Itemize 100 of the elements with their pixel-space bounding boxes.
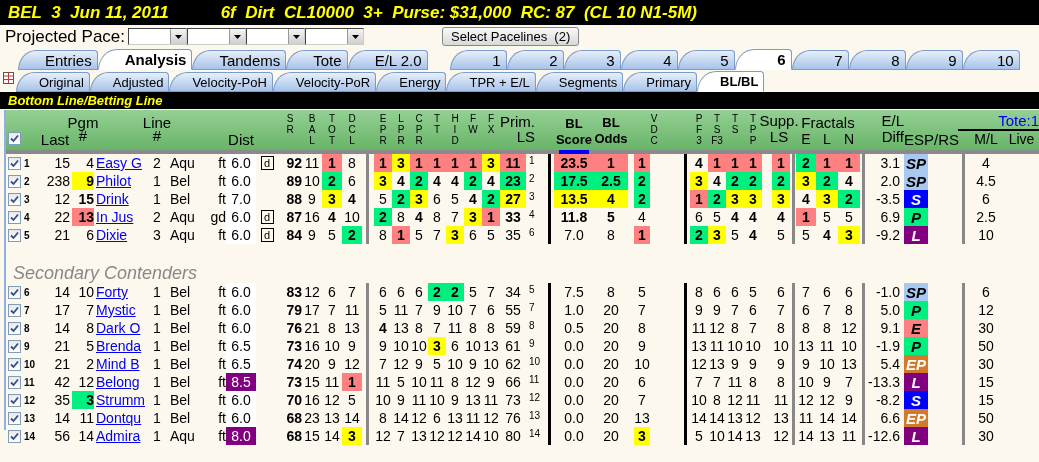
line-cell-text: 1 (152, 373, 162, 391)
tab[interactable]: 3 (563, 50, 621, 70)
rank-cell: 3 (726, 190, 744, 208)
rank-cell: 27 (500, 190, 526, 208)
horse-name-link[interactable]: Mystic (94, 301, 150, 319)
checkbox[interactable] (7, 375, 21, 389)
last-race-cell-text: 21 (53, 226, 71, 244)
select-pacelines-button[interactable]: Select Pacelines (2) (442, 27, 580, 46)
tab[interactable]: 6 (734, 49, 792, 70)
horse-name-link[interactable]: Forty (94, 283, 150, 301)
tab[interactable]: TPR + E/L (446, 72, 536, 92)
rank-cell-text: 6 (776, 283, 786, 301)
tab[interactable]: Tote (286, 50, 348, 70)
tab[interactable]: Segments (535, 72, 624, 92)
horse-name-link[interactable]: Philot (94, 172, 150, 190)
checkbox[interactable] (7, 174, 21, 188)
pace-dropdown[interactable] (305, 28, 364, 45)
horse-name-link[interactable]: Dark O (94, 319, 150, 337)
horse-name-link[interactable]: Mind B (94, 355, 150, 373)
score-cell-text: 11.8 (559, 208, 589, 226)
tab[interactable]: Velocity-PoR (272, 72, 377, 92)
pace-cell: 12 (464, 373, 482, 391)
checkbox[interactable] (7, 339, 21, 353)
checkbox[interactable] (7, 285, 21, 299)
horse-name-link[interactable]: Admira (94, 427, 150, 445)
pace-cell-text: 7 (396, 427, 406, 445)
morning-line-cell-text: 30 (977, 427, 995, 445)
tab[interactable]: Entries (18, 50, 98, 70)
rank-number: 2 (528, 172, 536, 186)
checkbox[interactable] (7, 429, 21, 443)
horse-name-link[interactable]: Easy G (94, 154, 150, 172)
rank-cell: 14 (726, 427, 744, 445)
tab[interactable]: Analysis (97, 49, 193, 70)
distance-cell: 6.0 (226, 319, 256, 337)
tab[interactable]: E/L 2.0 (347, 50, 428, 70)
rank-cell-text: 9 (347, 337, 357, 355)
fractal-cell-text: 12 (797, 391, 815, 409)
checkbox[interactable] (7, 303, 21, 317)
rank-number: 5 (528, 283, 536, 297)
horse-name-link[interactable]: Strumm (94, 391, 150, 409)
surface-cell-text: ft (217, 427, 226, 445)
last-race-cell-text: 56 (53, 427, 71, 445)
checkbox[interactable] (7, 321, 21, 335)
tab[interactable]: 7 (791, 50, 849, 70)
table-icon[interactable] (3, 72, 14, 84)
horse-name-link[interactable]: Dixie (94, 226, 150, 244)
pace-dropdown[interactable] (128, 28, 187, 45)
tab[interactable]: Velocity-PoH (169, 72, 273, 92)
rank-cell: 13 (634, 409, 650, 427)
rank-cell-text: 5 (694, 427, 704, 445)
tab[interactable]: 4 (620, 50, 678, 70)
fractal-cell-text: 13 (797, 337, 815, 355)
horse-name-link[interactable]: Belong (94, 373, 150, 391)
checkbox[interactable] (7, 210, 21, 224)
pace-cell: 13 (482, 337, 500, 355)
pace-dropdown[interactable] (246, 28, 305, 45)
checkbox[interactable] (7, 357, 21, 371)
tab[interactable]: BL/BL (697, 71, 765, 92)
horse-name-link[interactable]: In Jus (94, 208, 150, 226)
pace-cell-text: 8 (486, 319, 496, 337)
track-cell-text: Bel (169, 337, 192, 355)
data-cell-text: 17 (303, 301, 321, 319)
tab[interactable]: 2 (506, 50, 564, 70)
track-badge: d (260, 228, 274, 242)
horse-name-link[interactable]: Dontqu (94, 409, 150, 427)
program-number-cell: 13 (72, 208, 94, 226)
tab[interactable]: 5 (677, 50, 735, 70)
pace-cell: 1 (392, 226, 410, 244)
tab[interactable]: 9 (905, 50, 963, 70)
diff-cell-text: 2.0 (879, 172, 901, 190)
fractal-cell-text: 8 (844, 301, 854, 319)
checkbox[interactable] (7, 228, 21, 242)
rank-number: 14 (528, 427, 542, 441)
pace-cell: 2 (392, 190, 410, 208)
tab[interactable]: 10 (962, 50, 1020, 70)
odds-cell-text: 20 (602, 355, 620, 373)
column-header: D C L (348, 112, 356, 146)
checkbox[interactable] (7, 132, 21, 145)
tab[interactable]: Energy (376, 72, 447, 92)
horse-name-link[interactable]: Drink (94, 190, 150, 208)
odds-cell: 1 (594, 154, 628, 172)
tab[interactable]: Primary (623, 72, 698, 92)
checkbox[interactable] (7, 156, 21, 170)
rank-cell-text: 5 (712, 208, 722, 226)
rank-cell-text: 10 (323, 337, 341, 355)
tab[interactable]: 8 (848, 50, 906, 70)
checkbox[interactable] (7, 192, 21, 206)
horse-name-link[interactable]: Brenda (94, 337, 150, 355)
tab[interactable]: Adjusted (89, 72, 170, 92)
tab[interactable]: 1 (449, 50, 507, 70)
checkbox[interactable] (7, 411, 21, 425)
checkbox[interactable] (7, 393, 21, 407)
rank-cell: 1 (744, 154, 762, 172)
track-cell-text: Bel (169, 190, 192, 208)
morning-line-cell-text: 12 (977, 301, 995, 319)
pace-dropdown[interactable] (187, 28, 246, 45)
running-style-badge: L (904, 427, 928, 445)
tab[interactable]: Original (16, 72, 90, 92)
tab[interactable]: Tandems (192, 50, 287, 70)
pace-cell: 10 (410, 373, 428, 391)
